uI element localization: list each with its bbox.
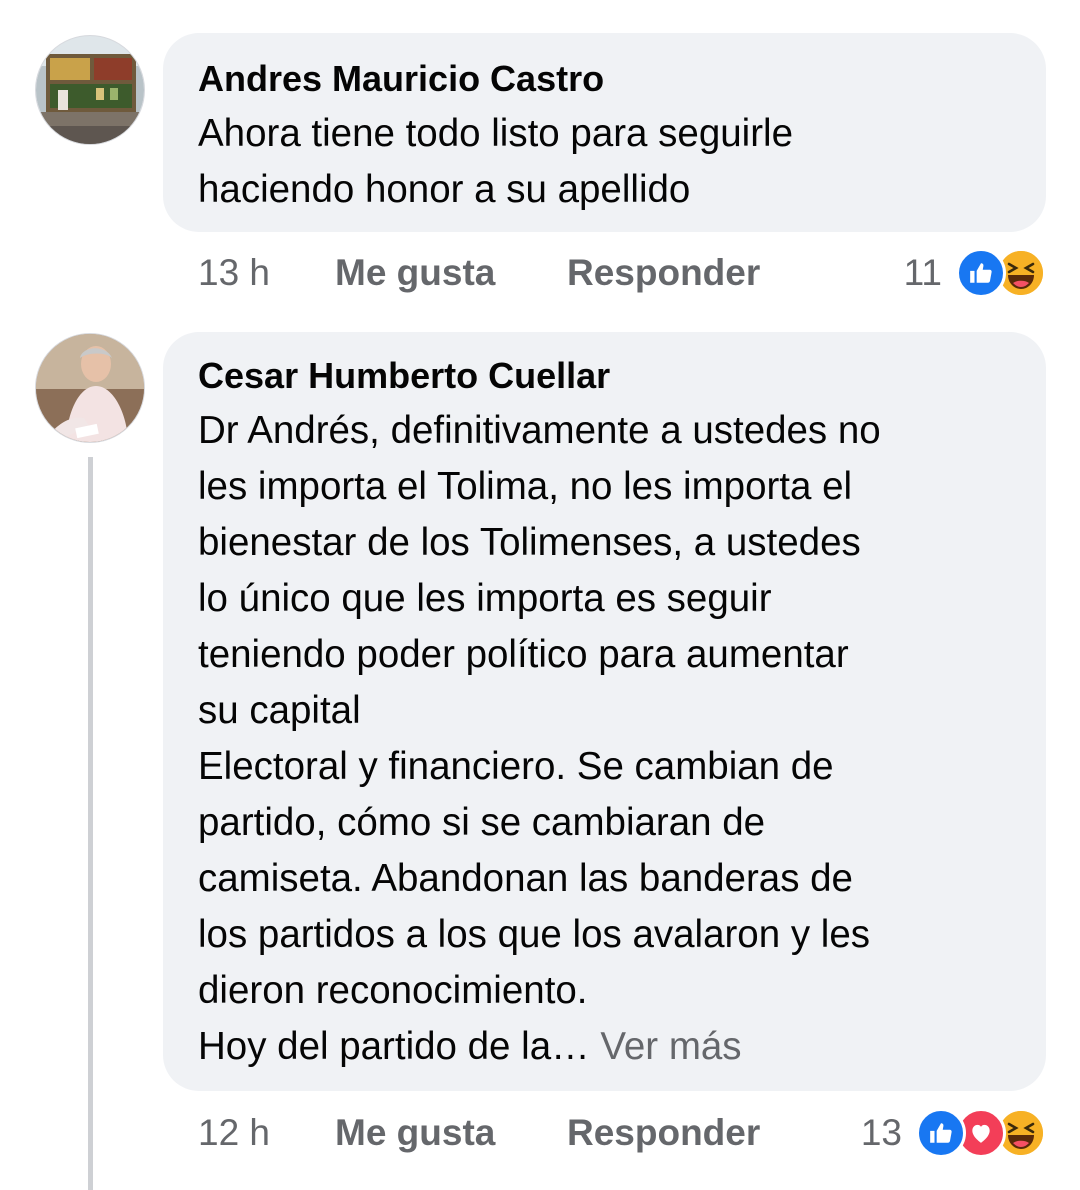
comment-text-line: Dr Andrés, definitivamente a ustedes no <box>198 409 881 452</box>
reaction-count: 11 <box>903 252 942 293</box>
reply-button[interactable]: Responder <box>567 1105 760 1161</box>
comment-author[interactable]: Andres Mauricio Castro <box>198 57 1016 101</box>
like-button[interactable]: Me gusta <box>335 1105 495 1161</box>
reactions-summary[interactable]: 13 <box>861 1105 1046 1161</box>
comment-timestamp[interactable]: 12 h <box>198 1105 270 1161</box>
reaction-icons <box>916 1108 1046 1158</box>
reply-thread-line <box>88 457 93 1190</box>
like-icon <box>956 248 1006 298</box>
avatar-photo-person <box>36 334 144 442</box>
comment-bubble: Andres Mauricio Castro Ahora tiene todo … <box>163 33 1046 232</box>
comment-text-line: lo único que les importa es seguir <box>198 577 772 620</box>
avatar-photo-storefront <box>36 36 144 144</box>
comment-text: Dr Andrés, definitivamente a ustedes no … <box>198 403 1016 1075</box>
comment-text-line: partido, cómo si se cambiaran de <box>198 801 766 844</box>
comment-bubble: Cesar Humberto Cuellar Dr Andrés, defini… <box>163 332 1046 1091</box>
comment-timestamp[interactable]: 13 h <box>198 245 270 301</box>
comment-author[interactable]: Cesar Humberto Cuellar <box>198 354 1016 398</box>
comment-text-line: les importa el Tolima, no les importa el <box>198 465 853 508</box>
avatar[interactable] <box>35 35 145 145</box>
comment-actions: 13 h Me gusta Responder 11 <box>198 245 1046 301</box>
comment-text-line: camiseta. Abandonan las banderas de <box>198 857 853 900</box>
comment-text-line: su capital <box>198 689 361 732</box>
avatar[interactable] <box>35 333 145 443</box>
comment-text-line: haciendo honor a su apellido <box>198 168 691 211</box>
reaction-count: 13 <box>860 1112 902 1153</box>
like-icon <box>916 1108 966 1158</box>
see-more-link[interactable]: Ver más <box>600 1025 741 1068</box>
comment-text: Ahora tiene todo listo para seguirle hac… <box>198 106 1016 218</box>
reply-button[interactable]: Responder <box>567 245 760 301</box>
comment-text-line: bienestar de los Tolimenses, a ustedes <box>198 521 861 564</box>
comment-actions: 12 h Me gusta Responder 13 <box>198 1105 1046 1161</box>
comment-text-line: Electoral y financiero. Se cambian de <box>198 745 834 788</box>
reaction-icons <box>956 248 1046 298</box>
comment-text-line: los partidos a los que los avalaron y le… <box>198 913 870 956</box>
comment-text-line: Ahora tiene todo listo para seguirle <box>198 112 793 155</box>
comment-text-last-line: Hoy del partido de la… Ver más <box>198 1019 1016 1075</box>
comment-truncated-text: Hoy del partido de la… <box>198 1025 590 1068</box>
reactions-summary[interactable]: 11 <box>904 245 1046 301</box>
like-button[interactable]: Me gusta <box>335 245 495 301</box>
comment-text-line: teniendo poder político para aumentar <box>198 633 849 676</box>
comment-text-line: dieron reconocimiento. <box>198 969 588 1012</box>
